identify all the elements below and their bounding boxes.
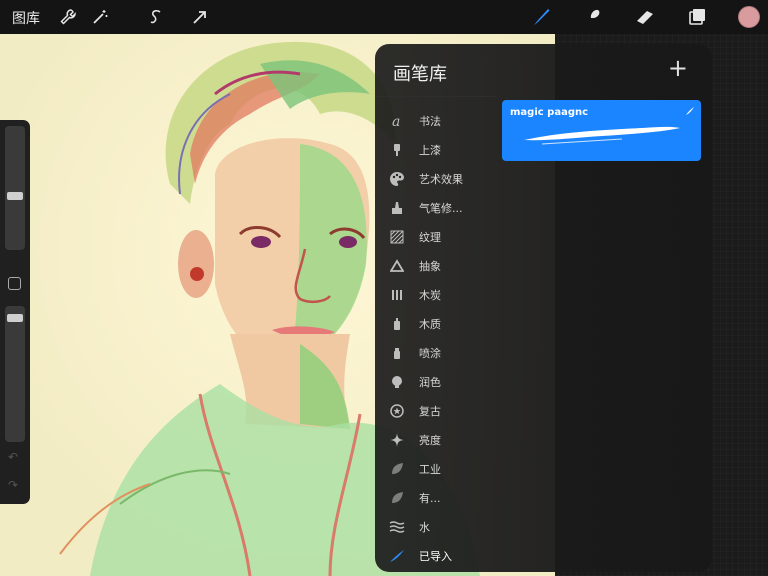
brush-name: magic paagnc: [510, 107, 589, 118]
brush-set-item[interactable]: 纹理: [375, 222, 497, 251]
magic-wand-icon[interactable]: [88, 5, 112, 29]
lightbulb-icon: [375, 375, 419, 389]
left-sidebar: ↶ ↷: [0, 120, 30, 504]
triangle-icon: [375, 258, 419, 273]
brush-set-label: 工业: [419, 462, 441, 476]
opacity-slider[interactable]: [5, 306, 25, 442]
brush-set-item[interactable]: 木质: [375, 309, 497, 338]
modify-button[interactable]: [8, 277, 21, 290]
brush-set-label: 抽象: [419, 259, 441, 273]
brush-size-knob[interactable]: [7, 192, 23, 200]
paint-brush-icon: [375, 143, 419, 157]
brush-set-label: 纹理: [419, 230, 441, 244]
leaf-icon: [375, 491, 419, 505]
color-picker-swatch[interactable]: [738, 6, 760, 28]
brush-set-item[interactable]: 复古: [375, 396, 497, 425]
smudge-icon[interactable]: [581, 5, 605, 29]
brush-set-item[interactable]: 上漆: [375, 135, 497, 164]
brush-set-item[interactable]: 有...: [375, 483, 497, 512]
brush-set-label: 润色: [419, 375, 441, 389]
brush-set-label: 上漆: [419, 143, 441, 157]
sparkle-icon: [375, 432, 419, 447]
wrench-icon[interactable]: [56, 5, 80, 29]
transform-arrow-icon[interactable]: [188, 5, 212, 29]
brush-set-label: 复古: [419, 404, 441, 418]
brush-set-label: 水: [419, 520, 430, 534]
brush-set-label: 木质: [419, 317, 441, 331]
eraser-icon[interactable]: [633, 5, 657, 29]
brush-card[interactable]: magic paagnc: [502, 100, 701, 161]
brush-set-label: 艺术效果: [419, 172, 463, 186]
brush-set-item[interactable]: 润色: [375, 367, 497, 396]
brush-set-label: 书法: [419, 114, 441, 128]
brush-set-item[interactable]: 喷涂: [375, 338, 497, 367]
add-brush-set-button[interactable]: +: [668, 56, 688, 80]
brush-set-label: 已导入: [419, 549, 452, 563]
calligraphy-icon: a: [375, 114, 419, 128]
layers-icon[interactable]: [685, 5, 709, 29]
gallery-button[interactable]: 图库: [12, 8, 40, 28]
undo-icon[interactable]: ↶: [8, 450, 18, 464]
redo-icon[interactable]: ↷: [8, 478, 18, 492]
brush-set-label: 气笔修...: [419, 201, 463, 215]
brush-set-label: 有...: [419, 491, 441, 505]
leaf-icon: [375, 462, 419, 476]
brush-set-item[interactable]: 艺术效果: [375, 164, 497, 193]
brush-set-item[interactable]: 气笔修...: [375, 193, 497, 222]
brush-set-item[interactable]: 工业: [375, 454, 497, 483]
selection-icon[interactable]: [144, 5, 168, 29]
brush-set-item[interactable]: a 书法: [375, 106, 497, 135]
texture-icon: [375, 230, 419, 244]
brush-set-item[interactable]: 木炭: [375, 280, 497, 309]
brush-set-item[interactable]: 抽象: [375, 251, 497, 280]
brush-set-item-selected[interactable]: 已导入: [375, 541, 497, 570]
spray-can-icon: [375, 317, 419, 331]
brush-set-list: a 书法 上漆 艺术效果 气笔修... 纹理 抽象 木炭 木质 喷涂 润色 复古…: [375, 106, 497, 572]
water-waves-icon: [375, 520, 419, 534]
palette-icon: [375, 171, 419, 187]
star-badge-icon: [375, 403, 419, 418]
brush-set-item[interactable]: 水: [375, 512, 497, 541]
brush-edit-icon: [686, 107, 694, 115]
brush-set-label: 亮度: [419, 433, 441, 447]
brush-stroke-preview: [524, 126, 680, 145]
spray-bottle-icon: [375, 346, 419, 360]
imported-brush-icon: [375, 549, 419, 563]
charcoal-icon: [375, 288, 419, 302]
brush-icon[interactable]: [529, 5, 553, 29]
brush-set-item[interactable]: 亮度: [375, 425, 497, 454]
airbrush-icon: [375, 201, 419, 215]
brush-library-title: 画笔库: [393, 64, 447, 85]
brush-set-label: 喷涂: [419, 346, 441, 360]
panel-divider: [375, 96, 495, 97]
opacity-knob[interactable]: [7, 314, 23, 322]
brush-library-panel: 画笔库 + a 书法 上漆 艺术效果 气笔修... 纹理 抽象 木炭 木质 喷涂…: [375, 44, 712, 572]
brush-set-label: 木炭: [419, 288, 441, 302]
svg-text:a: a: [392, 114, 400, 128]
top-toolbar: 图库: [0, 0, 768, 34]
brush-size-slider[interactable]: [5, 126, 25, 250]
